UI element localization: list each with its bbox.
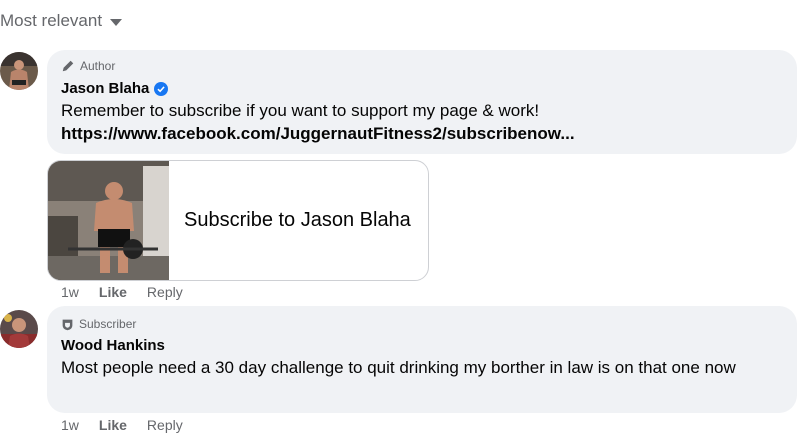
reply-button[interactable]: Reply	[147, 417, 183, 433]
verified-badge-icon	[154, 81, 169, 96]
comment-text: Remember to subscribe if you want to sup…	[61, 101, 540, 120]
shield-icon	[62, 319, 73, 330]
name-text: Jason Blaha	[61, 80, 150, 97]
name-text: Wood Hankins	[61, 337, 165, 354]
comment-actions: 1w Like Reply	[61, 417, 183, 433]
like-button[interactable]: Like	[99, 284, 127, 300]
preview-title: Subscribe to Jason Blaha	[184, 209, 411, 231]
timestamp[interactable]: 1w	[61, 284, 79, 300]
badge-label: Subscriber	[79, 317, 137, 331]
comment-text: Most people need a 30 day challenge to q…	[61, 358, 736, 377]
badge-label: Author	[80, 59, 116, 73]
subscribe-link[interactable]: https://www.facebook.com/JuggernautFitne…	[61, 124, 575, 144]
preview-thumbnail	[48, 161, 169, 280]
sort-dropdown[interactable]: Most relevant	[0, 11, 123, 31]
reply-button[interactable]: Reply	[147, 284, 183, 300]
avatar-jason-blaha[interactable]	[0, 52, 38, 90]
avatar-wood-hankins[interactable]	[0, 310, 38, 348]
link-preview-card[interactable]: Subscribe to Jason Blaha	[47, 160, 429, 281]
author-badge: Author	[61, 59, 115, 73]
commenter-name[interactable]: Wood Hankins	[61, 337, 165, 354]
timestamp[interactable]: 1w	[61, 417, 79, 433]
comment-bubble: Author Jason Blaha Remember to subscribe…	[47, 50, 797, 154]
comment-bubble: Subscriber Wood Hankins Most people need…	[47, 306, 797, 413]
like-button[interactable]: Like	[99, 417, 127, 433]
chevron-down-icon	[110, 18, 123, 26]
subscriber-badge: Subscriber	[61, 317, 136, 331]
commenter-name[interactable]: Jason Blaha	[61, 80, 169, 97]
pencil-icon	[62, 60, 74, 72]
sort-label: Most relevant	[0, 11, 103, 30]
comment-actions: 1w Like Reply	[61, 284, 183, 300]
